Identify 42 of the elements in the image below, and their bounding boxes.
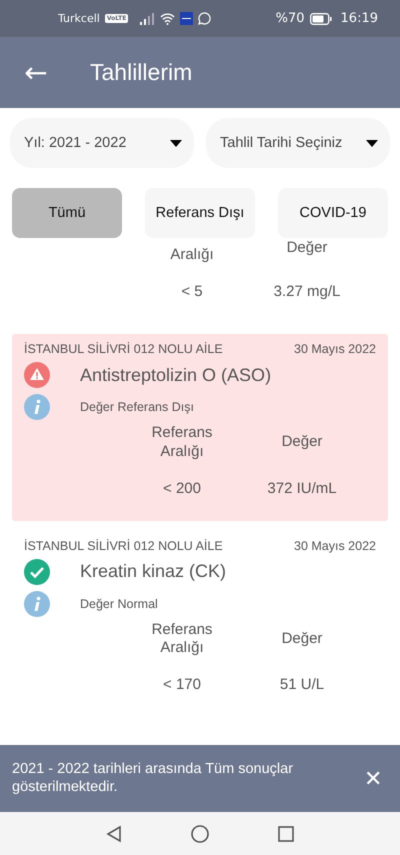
- result-value: 372 IU/mL: [266, 480, 338, 496]
- page-title: Tahlillerim: [90, 59, 192, 86]
- clock: 16:19: [340, 11, 378, 26]
- app-notification-icon: [180, 12, 194, 25]
- recents-nav-icon[interactable]: [277, 824, 295, 842]
- filter-tab[interactable]: Tümü: [12, 188, 122, 238]
- battery-icon: [310, 12, 332, 24]
- column-label: Değer: [280, 433, 324, 452]
- column-label: Referans Aralığı: [150, 620, 214, 658]
- snackbar-message: 2021 - 2022 tarihleri arasında Tüm sonuçlar gösterilmektedir.: [12, 761, 294, 796]
- result-date: 30 Mayıs 2022: [294, 342, 376, 356]
- filter-tab[interactable]: COVID-19: [278, 188, 388, 238]
- caret-icon: [170, 140, 182, 146]
- reference-range: < 5: [180, 282, 204, 300]
- result-date: 30 Mayıs 2022: [294, 538, 376, 552]
- column-label: Aralığı: [169, 246, 215, 265]
- dropdown[interactable]: Tahlil Tarihi Seçiniz: [206, 118, 390, 168]
- status-note: Değer Normal: [80, 596, 158, 610]
- column-label: Referans Aralığı: [150, 424, 214, 462]
- caret-icon: [366, 140, 378, 146]
- result-value: 3.27 mg/L: [272, 282, 342, 300]
- reference-range: < 170: [162, 676, 202, 693]
- filter-tab[interactable]: Referans Dışı: [145, 188, 255, 238]
- chat-bubble-icon: [198, 12, 212, 25]
- dropdown[interactable]: Yıl: 2021 - 2022: [10, 118, 194, 168]
- home-nav-icon[interactable]: [191, 824, 209, 842]
- lab-name: İSTANBUL SİLİVRİ 012 NOLU AİLE: [24, 342, 223, 356]
- back-button[interactable]: ←: [22, 56, 50, 89]
- wifi-icon: [160, 12, 176, 24]
- reference-range: < 200: [162, 480, 202, 496]
- test-name: Kreatin kinaz (CK): [80, 561, 226, 582]
- close-button[interactable]: ✕: [358, 766, 388, 792]
- test-name: Antistreptolizin O (ASO): [80, 364, 272, 386]
- signal-icon: [139, 12, 156, 24]
- carrier-name: Turkcell: [58, 12, 100, 25]
- status-note: Değer Referans Dışı: [80, 400, 194, 414]
- lab-name: İSTANBUL SİLİVRİ 012 NOLU AİLE: [24, 538, 223, 552]
- column-label: Değer: [286, 239, 328, 258]
- result-value: 51 U/L: [278, 676, 326, 693]
- column-label: Değer: [280, 630, 324, 649]
- back-nav-icon[interactable]: [105, 824, 123, 842]
- battery-percent: %70: [276, 11, 305, 26]
